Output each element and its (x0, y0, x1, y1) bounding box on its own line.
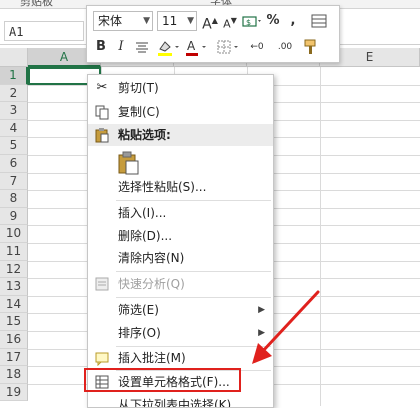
paintbrush-icon (304, 39, 316, 54)
scissors-icon: ✂ (96, 80, 108, 95)
name-box[interactable]: A1 (4, 21, 84, 41)
format-painter-brush-button[interactable] (301, 37, 321, 57)
grow-font-button[interactable]: A▲ (201, 11, 219, 33)
fill-color-icon (158, 41, 179, 56)
currency-icon: $ (242, 16, 261, 27)
paste-clipboard-button[interactable] (118, 151, 140, 175)
menu-item-sort[interactable]: 排序(O) ▶ (88, 322, 273, 344)
accounting-format-button[interactable]: $ (241, 11, 263, 31)
font-name-box[interactable]: 宋体 ▼ (93, 11, 153, 31)
chevron-down-icon[interactable]: ▼ (143, 12, 150, 30)
increase-decimal-button[interactable]: ←0 (245, 37, 269, 57)
row-header[interactable]: 3 (0, 102, 28, 120)
chevron-right-icon: ▶ (258, 305, 265, 315)
chevron-down-icon[interactable]: ▼ (187, 12, 194, 30)
quick-analysis-icon (94, 276, 110, 292)
menu-item-label: 筛选(E) (118, 303, 159, 317)
percent-style-button[interactable]: % (265, 11, 281, 31)
menu-separator (116, 271, 271, 272)
font-name-value: 宋体 (98, 14, 123, 28)
menu-item-insert-comment[interactable]: 插入批注(M) (88, 347, 273, 369)
menu-item-label: 选择性粘贴(S)... (118, 180, 207, 194)
table-format-icon (311, 14, 327, 28)
gridline (320, 67, 321, 406)
row-header[interactable]: 8 (0, 190, 28, 208)
bold-button[interactable]: B (93, 37, 109, 57)
row-header[interactable]: 15 (0, 313, 28, 331)
menu-item-label: 复制(C) (118, 105, 160, 119)
menu-item-paste-special[interactable]: 选择性粘贴(S)... (88, 176, 273, 198)
fill-color-button[interactable] (155, 37, 181, 57)
decrease-decimal-button[interactable]: .00 (273, 37, 297, 57)
row-header[interactable]: 18 (0, 366, 28, 384)
context-menu: ✂ 剪切(T) 复制(C) 粘贴选项: 选择性粘贴(S)... 插入(I)...… (87, 74, 274, 408)
font-color-letter: A (187, 39, 196, 53)
italic-button[interactable]: I (113, 37, 129, 57)
menu-separator (116, 297, 271, 298)
row-header[interactable]: 10 (0, 225, 28, 243)
row-header[interactable]: 5 (0, 137, 28, 155)
row-header[interactable]: 17 (0, 348, 28, 367)
row-header[interactable]: 1 (0, 67, 28, 85)
row-header[interactable]: 19 (0, 383, 28, 402)
menu-item-label: 插入(I)... (118, 206, 167, 220)
menu-item-filter[interactable]: 筛选(E) ▶ (88, 299, 273, 321)
row-header[interactable]: 11 (0, 243, 28, 261)
row-header[interactable]: 9 (0, 207, 28, 226)
menu-item-cut[interactable]: ✂ 剪切(T) (88, 77, 273, 99)
comment-icon (94, 350, 110, 367)
font-size-box[interactable]: 11 ▼ (157, 11, 197, 31)
menu-item-label: 删除(D)... (118, 229, 173, 243)
font-size-value: 11 (162, 14, 178, 28)
menu-item-label: 插入批注(M) (118, 351, 186, 365)
row-header[interactable]: 13 (0, 278, 28, 296)
align-center-icon (136, 42, 148, 53)
menu-item-label: 剪切(T) (118, 81, 159, 95)
row-header[interactable]: 16 (0, 331, 28, 349)
menu-item-delete[interactable]: 删除(D)... (88, 225, 273, 247)
borders-icon (217, 40, 238, 54)
menu-section-label: 粘贴选项: (118, 128, 171, 142)
currency-symbol: $ (246, 18, 251, 27)
font-color-icon: A (186, 39, 206, 56)
menu-item-clear-contents[interactable]: 清除内容(N) (88, 247, 273, 269)
grow-font-icon: A (202, 16, 212, 33)
menu-item-label: 快速分析(Q) (118, 277, 185, 291)
borders-button[interactable] (215, 37, 241, 57)
menu-section-paste-options: 粘贴选项: (88, 124, 273, 146)
menu-item-quick-analysis: 快速分析(Q) (88, 273, 273, 295)
shrink-font-button[interactable]: A▼ (221, 11, 239, 31)
menu-item-insert[interactable]: 插入(I)... (88, 202, 273, 224)
comma-style-button[interactable]: , (285, 11, 301, 31)
clipboard-icon (94, 127, 110, 143)
row-header[interactable]: 2 (0, 84, 28, 103)
annotation-highlight-box (84, 368, 241, 392)
row-header[interactable]: 14 (0, 295, 28, 314)
chevron-right-icon: ▶ (258, 328, 265, 338)
font-color-button[interactable]: A (183, 37, 209, 57)
row-header[interactable]: 7 (0, 172, 28, 191)
menu-item-copy[interactable]: 复制(C) (88, 101, 273, 123)
menu-item-label: 清除内容(N) (118, 251, 185, 265)
mini-toolbar: 宋体 ▼ 11 ▼ A▲ A▼ $ % , B I A ←0 .00 (86, 5, 340, 63)
format-painter-button[interactable] (309, 11, 329, 31)
menu-separator (116, 200, 271, 201)
ribbon-group-clipboard: 剪贴板 (20, 0, 53, 8)
copy-icon (94, 104, 110, 120)
select-all-corner[interactable] (0, 48, 28, 67)
row-header[interactable]: 4 (0, 119, 28, 138)
shrink-font-icon: A (223, 17, 231, 31)
align-center-button[interactable] (133, 37, 151, 57)
clipboard-icon (118, 151, 139, 175)
row-header[interactable]: 6 (0, 155, 28, 173)
row-header[interactable]: 12 (0, 260, 28, 279)
menu-item-label: 排序(O) (118, 326, 161, 340)
